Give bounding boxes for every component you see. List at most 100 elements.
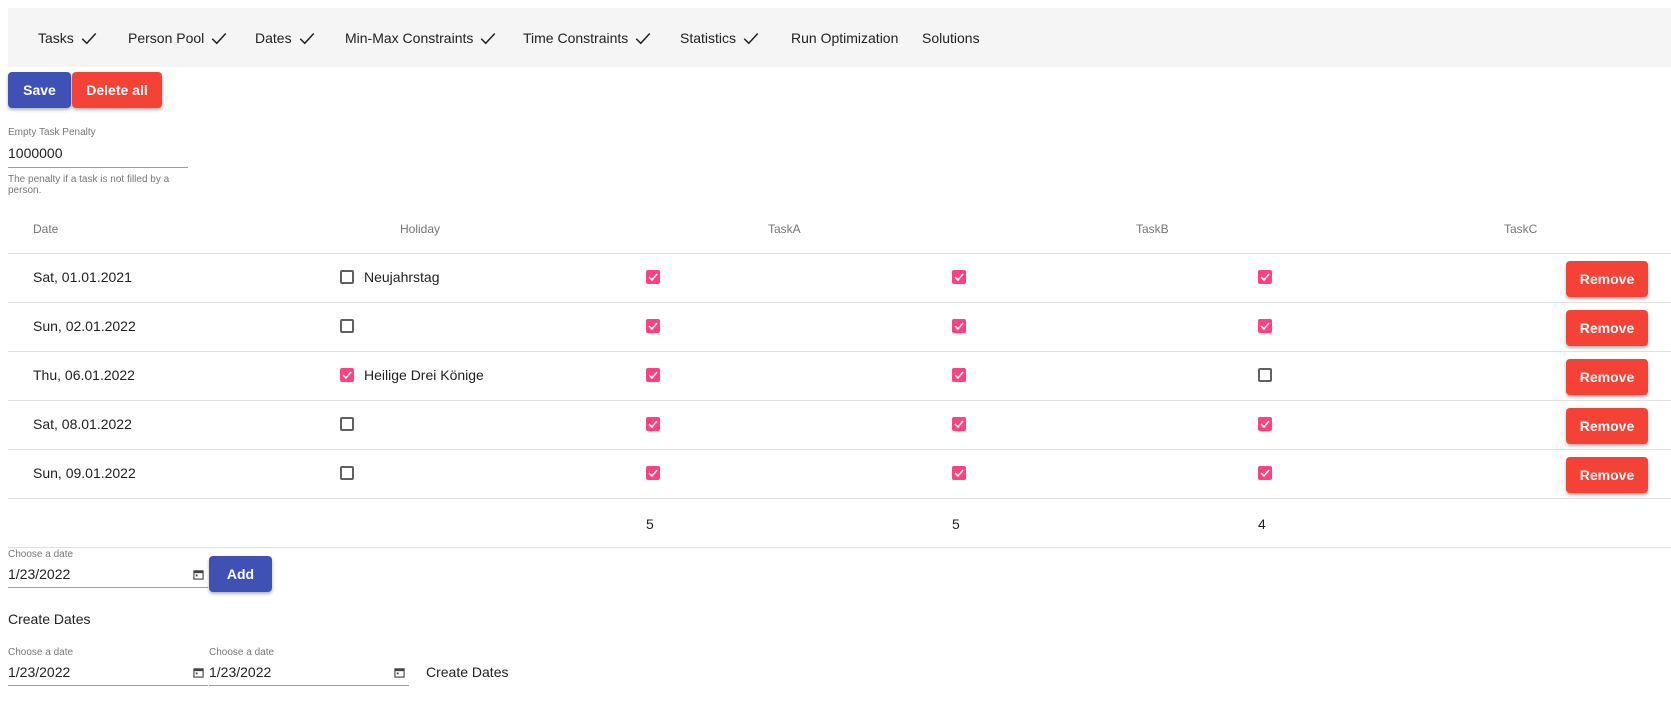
table-row: Sun, 09.01.2022 Remove xyxy=(8,450,1671,496)
add-date-underline xyxy=(8,587,208,588)
nav-item-label: Person Pool xyxy=(128,29,205,46)
column-header-date: Date xyxy=(33,222,59,236)
task-b-checkbox[interactable] xyxy=(952,368,966,382)
task-c-checkbox[interactable] xyxy=(1258,319,1272,333)
nav-item-min-max-constraints[interactable]: Min-Max Constraints xyxy=(345,8,497,67)
nav-item-dates[interactable]: Dates xyxy=(255,8,316,67)
create-dates-button[interactable]: Create Dates xyxy=(426,664,508,680)
task-a-checkbox[interactable] xyxy=(646,270,660,284)
task-b-checkbox[interactable] xyxy=(952,270,966,284)
nav-item-label: Tasks xyxy=(38,29,74,46)
task-a-checkbox[interactable] xyxy=(646,417,660,431)
delete-all-button[interactable]: Delete all xyxy=(72,72,162,108)
remove-button[interactable]: Remove xyxy=(1566,310,1648,346)
remove-button[interactable]: Remove xyxy=(1566,359,1648,395)
table-row: Sat, 01.01.2021 Neujahrstag Remove xyxy=(8,254,1671,300)
task-b-checkbox[interactable] xyxy=(952,319,966,333)
holiday-checkbox[interactable] xyxy=(340,270,354,284)
nav-item-label: Time Constraints xyxy=(523,29,629,46)
row-date: Sun, 02.01.2022 xyxy=(33,318,136,334)
nav-item-label: Solutions xyxy=(922,29,980,46)
table-row: Sun, 02.01.2022 Remove xyxy=(8,303,1671,349)
check-icon xyxy=(648,322,658,331)
check-icon xyxy=(299,32,314,44)
column-header-task-a: TaskA xyxy=(768,222,801,236)
column-header-task-c: TaskC xyxy=(1504,222,1538,236)
column-header-task-b: TaskB xyxy=(1136,222,1169,236)
check-icon xyxy=(212,32,227,44)
check-icon xyxy=(1260,420,1270,429)
task-b-checkbox[interactable] xyxy=(952,466,966,480)
nav-item-run-optimization[interactable]: Run Optimization xyxy=(791,8,898,67)
check-icon xyxy=(648,420,658,429)
remove-button[interactable]: Remove xyxy=(1566,408,1648,444)
nav-item-label: Statistics xyxy=(680,29,737,46)
from-date-underline xyxy=(8,685,208,686)
nav-item-statistics[interactable]: Statistics xyxy=(680,8,760,67)
calendar-icon[interactable] xyxy=(394,667,405,678)
task-c-total: 4 xyxy=(1258,516,1266,532)
penalty-input[interactable]: 1000000 xyxy=(8,145,63,161)
task-a-checkbox[interactable] xyxy=(646,368,660,382)
holiday-checkbox[interactable] xyxy=(340,368,354,382)
check-icon xyxy=(1260,322,1270,331)
save-button[interactable]: Save xyxy=(8,72,71,108)
nav-item-time-constraints[interactable]: Time Constraints xyxy=(523,8,652,67)
penalty-hint: The penalty if a task is not filled by a… xyxy=(8,174,170,196)
task-a-checkbox[interactable] xyxy=(646,319,660,333)
create-dates-title: Create Dates xyxy=(8,611,91,627)
table-row: Sat, 08.01.2022 Remove xyxy=(8,401,1671,447)
check-icon xyxy=(636,32,651,44)
nav-item-label: Dates xyxy=(255,29,292,46)
remove-button[interactable]: Remove xyxy=(1566,457,1648,493)
nav-item-label: Run Optimization xyxy=(791,29,899,46)
task-b-checkbox[interactable] xyxy=(952,417,966,431)
penalty-label: Empty Task Penalty xyxy=(8,127,96,138)
add-button[interactable]: Add xyxy=(209,556,272,592)
add-date-label: Choose a date xyxy=(8,549,74,560)
check-icon xyxy=(1260,469,1270,478)
holiday-name: Neujahrstag xyxy=(364,269,440,285)
check-icon xyxy=(1260,273,1270,282)
check-icon xyxy=(648,371,658,380)
check-icon xyxy=(342,371,352,380)
task-b-total: 5 xyxy=(952,516,960,532)
to-date-input[interactable]: 1/23/2022 xyxy=(209,664,271,680)
holiday-checkbox[interactable] xyxy=(340,417,354,431)
nav-item-tasks[interactable]: Tasks xyxy=(38,8,98,67)
task-a-checkbox[interactable] xyxy=(646,466,660,480)
table-row: Thu, 06.01.2022 Heilige Drei Könige Remo… xyxy=(8,352,1671,398)
to-date-underline xyxy=(209,685,409,686)
holiday-checkbox[interactable] xyxy=(340,466,354,480)
task-c-checkbox[interactable] xyxy=(1258,368,1272,382)
top-nav: Tasks Person Pool Dates Min-Max Constrai… xyxy=(8,8,1671,67)
check-icon xyxy=(954,371,964,380)
calendar-icon[interactable] xyxy=(193,569,204,580)
check-icon xyxy=(954,273,964,282)
from-date-label: Choose a date xyxy=(8,647,74,658)
column-header-holiday: Holiday xyxy=(400,222,441,236)
divider xyxy=(8,498,1671,499)
task-c-checkbox[interactable] xyxy=(1258,270,1272,284)
add-date-input[interactable]: 1/23/2022 xyxy=(8,566,70,582)
task-c-checkbox[interactable] xyxy=(1258,417,1272,431)
row-date: Sat, 08.01.2022 xyxy=(33,416,132,432)
penalty-underline xyxy=(8,167,188,168)
row-date: Thu, 06.01.2022 xyxy=(33,367,135,383)
remove-button[interactable]: Remove xyxy=(1566,261,1648,297)
holiday-checkbox[interactable] xyxy=(340,319,354,333)
nav-item-solutions[interactable]: Solutions xyxy=(922,8,980,67)
check-icon xyxy=(81,32,97,44)
nav-item-label: Min-Max Constraints xyxy=(345,29,474,46)
to-date-label: Choose a date xyxy=(209,647,275,658)
calendar-icon[interactable] xyxy=(193,667,204,678)
check-icon xyxy=(481,32,496,44)
divider xyxy=(8,547,1671,548)
check-icon xyxy=(743,32,759,44)
holiday-name: Heilige Drei Könige xyxy=(364,367,484,383)
from-date-input[interactable]: 1/23/2022 xyxy=(8,664,70,680)
check-icon xyxy=(954,420,964,429)
task-c-checkbox[interactable] xyxy=(1258,466,1272,480)
check-icon xyxy=(954,469,964,478)
nav-item-person-pool[interactable]: Person Pool xyxy=(128,8,228,67)
